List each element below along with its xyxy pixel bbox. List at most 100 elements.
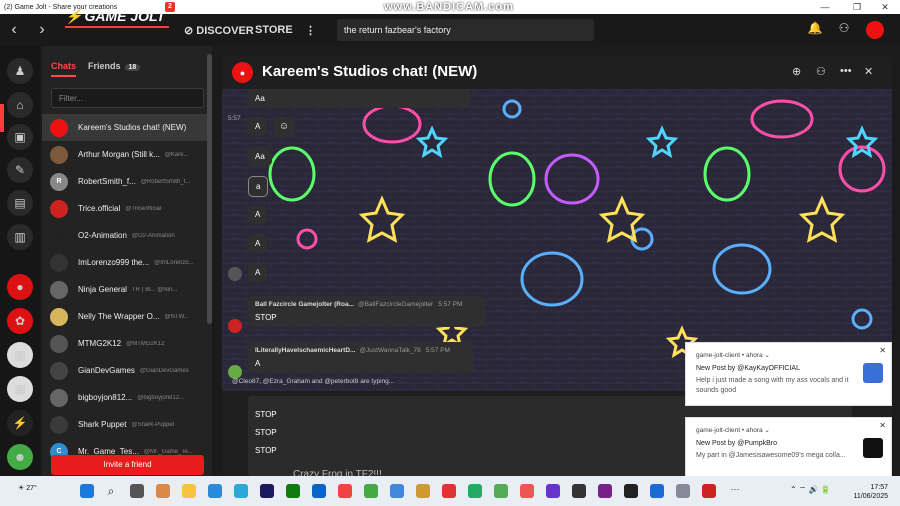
app-icon[interactable]: [390, 484, 404, 498]
gamejolt-taskbar-icon[interactable]: [702, 484, 716, 498]
sender-avatar[interactable]: [228, 267, 242, 281]
toast-title: New Post by @PumpkBro: [696, 440, 778, 447]
rail-community-icon[interactable]: ▦: [7, 376, 33, 402]
chat-list-item[interactable]: bigboyjon812... @bigboyjon812...: [42, 384, 212, 411]
more-menu-button[interactable]: ⋮: [305, 24, 316, 37]
toast-image: [863, 438, 883, 458]
chat-list-scrollbar[interactable]: [207, 54, 212, 324]
chat-list-item[interactable]: GianDevGames @GianDevGames: [42, 357, 212, 384]
members-icon[interactable]: ⚇: [816, 65, 826, 78]
chat-header: ● Kareem's Studios chat! (NEW) ⊕ ⚇ ••• ✕: [222, 56, 892, 89]
filter-input[interactable]: Filter...: [51, 88, 204, 108]
user-avatar[interactable]: [866, 21, 884, 39]
add-member-icon[interactable]: ⊕: [792, 65, 801, 78]
weather-widget[interactable]: ☀ 27°: [18, 484, 37, 492]
close-toast-icon[interactable]: ✕: [879, 346, 886, 355]
system-tray[interactable]: ⌃ ⌔ 🔊 🔋: [790, 485, 831, 495]
rail-community-icon[interactable]: ⚡: [7, 410, 33, 436]
chrome-icon[interactable]: [338, 484, 352, 498]
chat-list-item[interactable]: Arthur Morgan (Still k... @Kare...: [42, 141, 212, 168]
app-icon[interactable]: [598, 484, 612, 498]
close-window-button[interactable]: ✕: [870, 0, 900, 14]
message-sender[interactable]: ILiterallyHavelschaemicHeartD... @JustWan…: [255, 347, 466, 354]
capcut-icon[interactable]: [624, 484, 638, 498]
chat-list-item[interactable]: R RobertSmith_f... @RobertSmith_f...: [42, 168, 212, 195]
notification-toast[interactable]: game-jolt-client • ahora ⌄ ✕ New Post by…: [685, 342, 892, 406]
close-chat-icon[interactable]: ✕: [864, 65, 873, 78]
search-input[interactable]: the return fazbear's factory: [337, 19, 594, 41]
app-icon[interactable]: [650, 484, 664, 498]
explorer-icon[interactable]: [182, 484, 196, 498]
add-reaction-icon[interactable]: ☺: [274, 117, 294, 137]
rail-community-icon[interactable]: ✿: [7, 308, 33, 334]
chat-handle: @NTW...: [164, 313, 189, 320]
discover-link[interactable]: ⊘ DISCOVER: [184, 24, 254, 37]
close-toast-icon[interactable]: ✕: [879, 421, 886, 430]
start-icon[interactable]: [80, 484, 94, 498]
store-link[interactable]: STORE: [255, 24, 293, 36]
app-icon[interactable]: [676, 484, 690, 498]
rail-quests-icon[interactable]: ✎: [7, 157, 33, 183]
sender-avatar[interactable]: [228, 365, 242, 379]
chat-list-item[interactable]: O2-Animation @O2-Animation: [42, 222, 212, 249]
app-icon[interactable]: [572, 484, 586, 498]
chat-window: ● Kareem's Studios chat! (NEW) ⊕ ⚇ ••• ✕: [222, 56, 892, 476]
chat-list-item[interactable]: MTMG2K12 @MTMG2K12: [42, 330, 212, 357]
app-icon[interactable]: [546, 484, 560, 498]
tab-chats[interactable]: Chats: [51, 61, 77, 77]
rail-profile-icon[interactable]: ♟: [7, 58, 33, 84]
app-icon[interactable]: [234, 484, 248, 498]
forward-button[interactable]: ›: [28, 21, 56, 39]
edge-icon[interactable]: [208, 484, 222, 498]
taskview-icon[interactable]: [130, 484, 144, 498]
message-sender[interactable]: Ball Fazcircle Gamejolter (Roa... @BallFa…: [255, 301, 478, 308]
taskbar-clock[interactable]: 17:57 11/06/2025: [853, 483, 888, 501]
chat-list-item[interactable]: Ninja General TR ( Bl... @Nin...: [42, 276, 212, 303]
notification-toast[interactable]: game-jolt-client • ahora ⌄ ✕ New Post by…: [685, 417, 892, 481]
app-icon[interactable]: [468, 484, 482, 498]
gamejolt-logo[interactable]: ⚡ GAME JOLT 2: [65, 2, 175, 28]
rail-library-icon[interactable]: ▤: [7, 190, 33, 216]
compass-icon: ⊘: [184, 25, 197, 37]
friends-icon[interactable]: ⚇: [835, 21, 853, 39]
chat-list-item[interactable]: ImLorenzo999 the... @ImLorenzo...: [42, 249, 212, 276]
minimize-button[interactable]: —: [810, 0, 840, 14]
restore-button[interactable]: ❐: [842, 0, 872, 14]
avatar: [50, 280, 68, 299]
back-button[interactable]: ‹: [0, 21, 28, 39]
outlook-icon[interactable]: [312, 484, 326, 498]
sender-avatar[interactable]: [228, 319, 242, 333]
rail-community-icon[interactable]: ☻: [7, 444, 33, 470]
chat-name: Nelly The Wrapper O...: [78, 312, 160, 321]
rail-stats-icon[interactable]: ▥: [7, 224, 33, 250]
chat-options-icon[interactable]: •••: [840, 65, 852, 77]
chat-list-item[interactable]: Shark Puppet @Shark-Puppet: [42, 411, 212, 438]
chats-panel: Chats Friends 18 Filter... Kareem's Studi…: [42, 46, 212, 476]
chat-list-item[interactable]: Trice.official @Triceofficial: [42, 195, 212, 222]
chat-list-item[interactable]: Nelly The Wrapper O... @NTW...: [42, 303, 212, 330]
invite-friend-button[interactable]: Invite a friend: [51, 455, 204, 475]
app-icon[interactable]: [260, 484, 274, 498]
rail-community-icon[interactable]: ●: [7, 274, 33, 300]
chat-name: ImLorenzo999 the...: [78, 258, 150, 267]
app-icon[interactable]: [416, 484, 430, 498]
chat-name: Arthur Morgan (Still k...: [78, 150, 160, 159]
app-icon[interactable]: [156, 484, 170, 498]
clock-date: 11/06/2025: [853, 493, 888, 500]
chrome-icon[interactable]: [364, 484, 378, 498]
rail-backpack-icon[interactable]: ▣: [7, 124, 33, 150]
message-timestamp: 5:57 PM: [425, 347, 450, 354]
overflow-icon[interactable]: ···: [728, 484, 742, 498]
chat-handle: @MTMG2K12: [126, 340, 165, 347]
bell-icon[interactable]: 🔔: [806, 21, 824, 39]
rail-home-icon[interactable]: ⌂: [7, 92, 33, 118]
app-icon[interactable]: [494, 484, 508, 498]
friends-count-badge: 18: [124, 64, 141, 71]
xbox-icon[interactable]: [286, 484, 300, 498]
search-icon[interactable]: ⌕: [104, 484, 118, 498]
chat-list-item[interactable]: Kareem's Studios chat! (NEW): [42, 114, 212, 141]
app-icon[interactable]: [520, 484, 534, 498]
rail-community-icon[interactable]: ▦: [7, 342, 33, 368]
app-icon[interactable]: [442, 484, 456, 498]
tab-friends[interactable]: Friends 18: [88, 61, 141, 71]
